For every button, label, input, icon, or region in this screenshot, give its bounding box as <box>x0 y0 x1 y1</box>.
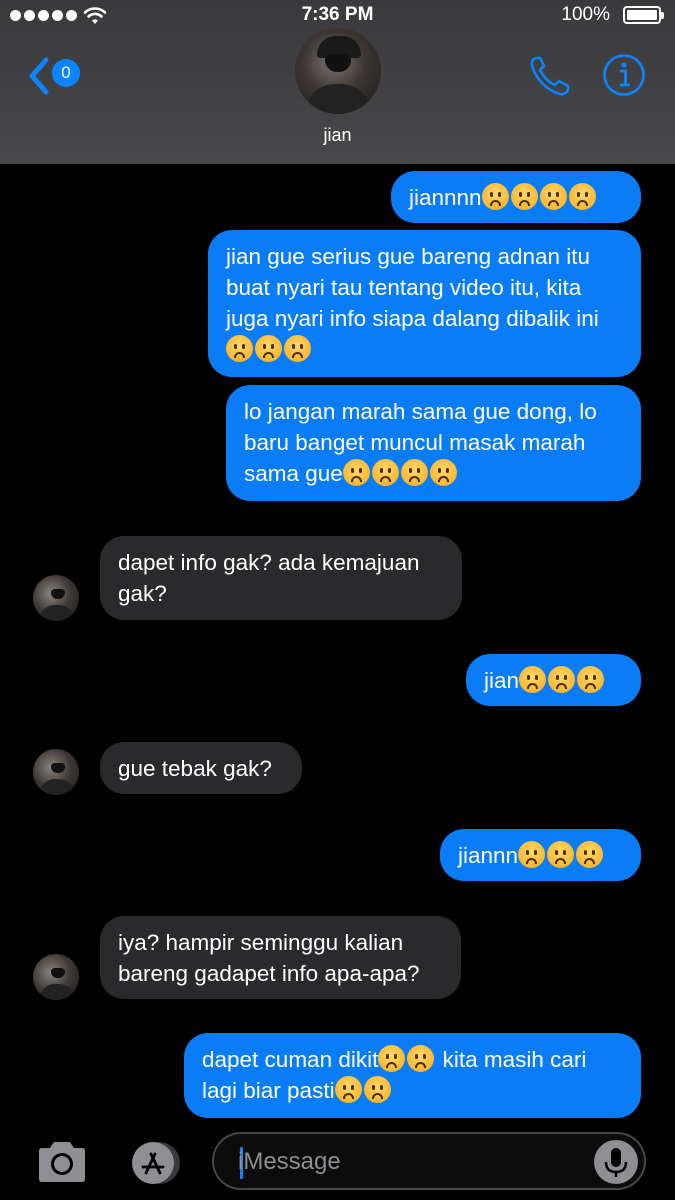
frowning-face-emoji <box>378 1045 406 1072</box>
phone-icon[interactable] <box>526 53 574 99</box>
message-text: jian <box>484 668 520 693</box>
conversation-header: 7:36 PM 100% 0 jian <box>0 0 675 164</box>
message-text: dapet info gak? ada kemajuan gak? <box>118 550 420 606</box>
frowning-face-emoji <box>334 1076 362 1103</box>
received-message[interactable]: gue tebak gak? <box>100 742 302 794</box>
camera-icon[interactable] <box>35 1139 89 1185</box>
battery-percent: 100% <box>561 4 610 25</box>
frowning-face-emoji <box>284 335 311 362</box>
frowning-face-emoji <box>400 459 428 486</box>
battery-icon <box>623 6 664 24</box>
frowning-face-emoji <box>576 841 604 868</box>
frowning-face-emoji <box>547 841 575 868</box>
frowning-face-emoji <box>518 841 546 868</box>
frowning-face-emoji <box>371 459 399 486</box>
chevron-left-icon <box>29 57 49 95</box>
frowning-face-emoji <box>577 666 605 693</box>
app-store-icon[interactable] <box>122 1140 184 1186</box>
sent-message[interactable]: lo jangan marah sama gue dong, lo baru b… <box>226 385 641 501</box>
message-thread[interactable]: jiannnn jian gue serius gue bareng adnan… <box>0 164 675 1124</box>
contact-avatar-small <box>33 749 79 795</box>
frowning-face-emoji <box>568 183 596 210</box>
sent-message[interactable]: dapet cuman dikit kita masih cari lagi b… <box>184 1033 641 1118</box>
contact-avatar-small <box>33 954 79 1000</box>
frowning-face-emoji <box>407 1045 435 1072</box>
contact-avatar-small <box>33 575 79 621</box>
back-button[interactable]: 0 <box>24 52 86 98</box>
message-input[interactable] <box>236 1143 580 1181</box>
message-text: jiannnn <box>409 185 482 210</box>
status-bar: 7:36 PM 100% <box>0 0 675 30</box>
frowning-face-emoji <box>519 666 547 693</box>
received-message[interactable]: dapet info gak? ada kemajuan gak? <box>100 536 462 620</box>
sent-message[interactable]: jian <box>466 654 641 706</box>
microphone-button[interactable] <box>594 1140 638 1184</box>
message-text: jian gue serius gue bareng adnan itu bua… <box>226 244 599 331</box>
message-field[interactable] <box>212 1132 646 1190</box>
info-icon[interactable] <box>602 53 646 97</box>
unread-count-badge: 0 <box>52 59 80 87</box>
frowning-face-emoji <box>481 183 509 210</box>
compose-bar <box>0 1124 675 1200</box>
frowning-face-emoji <box>226 335 253 362</box>
message-text: iya? hampir seminggu kalian bareng gadap… <box>118 930 420 986</box>
frowning-face-emoji <box>548 666 576 693</box>
message-text: dapet cuman dikit <box>202 1047 379 1072</box>
sent-message[interactable]: jiannnn <box>391 171 641 223</box>
received-message[interactable]: iya? hampir seminggu kalian bareng gadap… <box>100 916 461 999</box>
contact-name[interactable]: jian <box>0 125 675 146</box>
sent-message[interactable]: jiannn <box>440 829 641 881</box>
frowning-face-emoji <box>363 1076 391 1103</box>
frowning-face-emoji <box>255 335 282 362</box>
message-text: gue tebak gak? <box>118 756 272 781</box>
frowning-face-emoji <box>539 183 567 210</box>
frowning-face-emoji <box>342 459 370 486</box>
microphone-icon <box>604 1148 628 1177</box>
frowning-face-emoji <box>429 459 457 486</box>
sent-message[interactable]: jian gue serius gue bareng adnan itu bua… <box>208 230 641 377</box>
contact-avatar[interactable] <box>295 28 381 114</box>
frowning-face-emoji <box>510 183 538 210</box>
message-text: jiannn <box>458 843 519 868</box>
